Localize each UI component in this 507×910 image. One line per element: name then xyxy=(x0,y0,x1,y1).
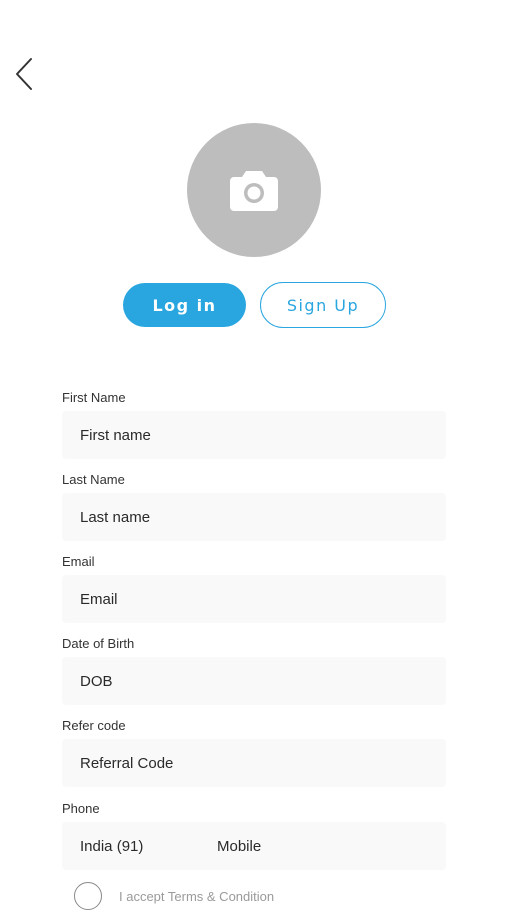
last-name-label: Last Name xyxy=(62,472,125,487)
dob-input[interactable]: DOB xyxy=(62,657,446,705)
camera-icon xyxy=(230,171,278,211)
terms-checkbox[interactable] xyxy=(74,882,102,910)
country-code-select[interactable]: India (91) xyxy=(80,838,217,855)
dob-label: Date of Birth xyxy=(62,636,135,651)
email-input[interactable]: Email xyxy=(62,575,446,623)
signup-button[interactable]: Sign Up xyxy=(260,282,386,328)
chevron-left-icon xyxy=(16,58,32,90)
terms-row: I accept Terms & Condition xyxy=(74,882,274,910)
login-button[interactable]: Log in xyxy=(123,283,246,327)
refer-code-label: Refer code xyxy=(62,718,126,733)
back-button[interactable] xyxy=(12,55,40,93)
first-name-label: First Name xyxy=(62,390,126,405)
mobile-input[interactable]: Mobile xyxy=(217,838,261,855)
terms-label: I accept Terms & Condition xyxy=(119,888,275,904)
phone-field: India (91) Mobile xyxy=(62,822,446,870)
referral-code-input[interactable]: Referral Code xyxy=(62,739,446,787)
email-label: Email xyxy=(62,554,95,569)
profile-photo-upload[interactable] xyxy=(187,123,321,257)
phone-label: Phone xyxy=(62,801,100,816)
last-name-input[interactable]: Last name xyxy=(62,493,446,541)
first-name-input[interactable]: First name xyxy=(62,411,446,459)
